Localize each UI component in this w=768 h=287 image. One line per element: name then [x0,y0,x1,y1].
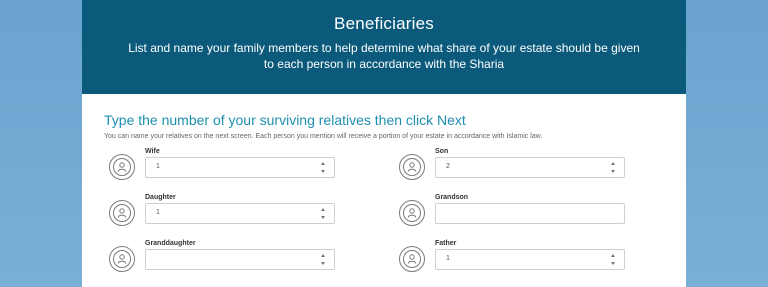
field-daughter: Daughter 1 [109,194,339,236]
user-circle-icon [109,246,135,272]
number-stepper-icon[interactable] [610,254,616,265]
form-heading: Type the number of your surviving relati… [104,112,466,128]
son-count-input[interactable]: 2 [435,157,625,178]
field-grandson: Grandson [399,194,629,236]
beneficiaries-card: Beneficiaries List and name your family … [82,0,686,287]
user-circle-icon [399,200,425,226]
user-circle-icon [399,246,425,272]
form-section: Type the number of your surviving relati… [82,94,686,272]
field-label: Daughter [145,194,176,201]
input-value: 1 [446,255,450,262]
father-count-input[interactable]: 1 [435,249,625,270]
number-stepper-icon[interactable] [320,208,326,219]
field-father: Father 1 [399,240,629,282]
form-subtitle: You can name your relatives on the next … [104,133,543,140]
field-wife: Wife 1 [109,148,339,190]
user-circle-icon [109,154,135,180]
grandson-count-input[interactable] [435,203,625,224]
user-circle-icon [109,200,135,226]
field-label: Son [435,148,449,155]
field-label: Father [435,240,457,247]
field-label: Wife [145,148,160,155]
page-title: Beneficiaries [334,14,434,33]
wife-count-input[interactable]: 1 [145,157,335,178]
number-stepper-icon[interactable] [320,162,326,173]
user-circle-icon [399,154,425,180]
number-stepper-icon[interactable] [610,162,616,173]
field-label: Granddaughter [145,240,196,247]
background-right [686,0,768,287]
field-son: Son 2 [399,148,629,190]
number-stepper-icon[interactable] [320,254,326,265]
header-banner: Beneficiaries List and name your family … [82,0,686,94]
background-left [0,0,82,287]
page-description: List and name your family members to hel… [128,41,640,71]
input-value: 1 [156,209,160,216]
input-value: 1 [156,163,160,170]
daughter-count-input[interactable]: 1 [145,203,335,224]
field-label: Grandson [435,194,469,201]
granddaughter-count-input[interactable] [145,249,335,270]
input-value: 2 [446,163,450,170]
field-granddaughter: Granddaughter [109,240,339,282]
